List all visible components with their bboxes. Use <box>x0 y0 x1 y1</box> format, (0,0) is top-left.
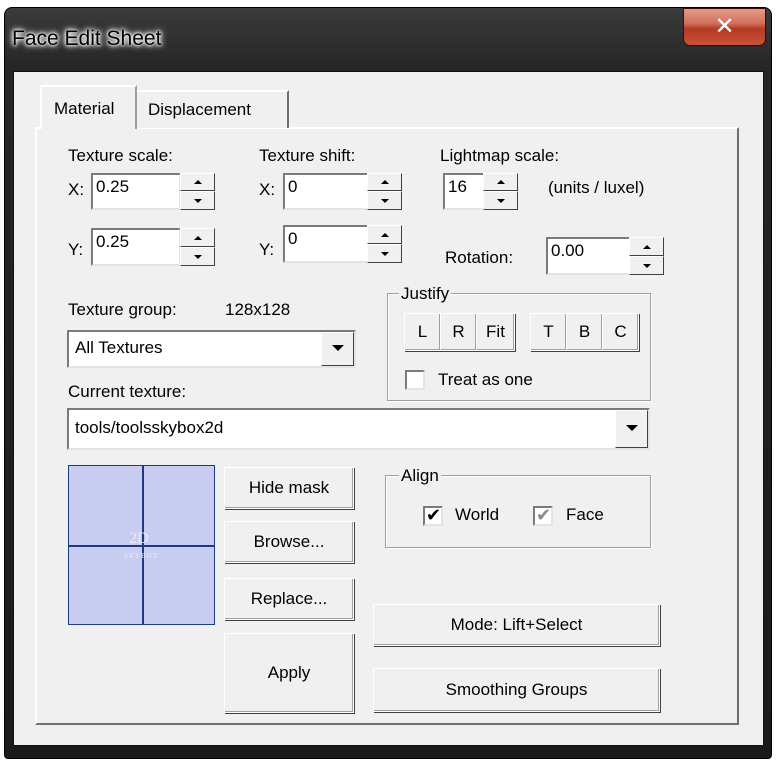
align-group-title: Align <box>399 466 441 486</box>
checkmark-icon: ✔ <box>426 505 442 525</box>
texture-shift-x-label: X: <box>259 180 276 199</box>
texture-size-label: 128x128 <box>225 300 291 319</box>
apply-button[interactable]: Apply <box>224 633 354 713</box>
smoothing-groups-button[interactable]: Smoothing Groups <box>373 668 660 712</box>
arrow-up-icon <box>497 180 505 184</box>
lightmap-units-label: (units / luxel) <box>548 178 645 197</box>
lightmap-scale-input[interactable]: 16 <box>443 173 485 210</box>
texture-scale-x-label: X: <box>68 180 85 199</box>
justify-group-title: Justify <box>399 284 452 304</box>
chevron-down-icon <box>626 425 638 431</box>
texture-scale-y-spinner[interactable] <box>180 228 215 266</box>
texture-scale-y-input[interactable]: 0.25 <box>91 228 181 266</box>
lightmap-scale-spinner[interactable] <box>483 173 518 210</box>
rotation-label: Rotation: <box>445 248 514 267</box>
arrow-down-icon <box>381 252 389 256</box>
justify-left-button[interactable]: L <box>404 313 441 351</box>
texture-scale-x-spinner[interactable] <box>180 173 215 210</box>
current-texture-label: Current texture: <box>68 382 187 401</box>
align-face-label: Face <box>566 505 604 524</box>
tab-material[interactable]: Material <box>40 85 137 129</box>
texture-shift-y-label: Y: <box>259 240 275 259</box>
lightmap-scale-value: 16 <box>448 177 467 196</box>
treat-as-one-checkbox[interactable] <box>405 370 425 390</box>
checkmark-icon: ✔ <box>536 505 552 525</box>
rotation-spinner[interactable] <box>629 237 664 275</box>
texture-group-label: Texture group: <box>68 300 177 319</box>
lightmap-scale-label: Lightmap scale: <box>440 146 560 165</box>
spin-up-button[interactable] <box>180 173 215 191</box>
justify-top-button[interactable]: T <box>530 313 567 351</box>
texture-scale-label: Texture scale: <box>68 146 173 165</box>
align-face-checkbox[interactable]: ✔ <box>533 505 553 526</box>
arrow-down-icon <box>194 255 202 259</box>
arrow-down-icon <box>381 199 389 203</box>
texture-shift-y-input[interactable]: 0 <box>283 225 369 263</box>
texture-scale-x-value: 0.25 <box>96 177 130 196</box>
spin-down-button[interactable] <box>367 244 402 263</box>
spin-down-button[interactable] <box>629 256 664 275</box>
texture-shift-x-value: 0 <box>288 177 298 196</box>
spin-down-button[interactable] <box>180 191 215 210</box>
mode-button[interactable]: Mode: Lift+Select <box>373 604 660 646</box>
browse-button[interactable]: Browse... <box>224 521 354 563</box>
spin-up-button[interactable] <box>483 173 518 191</box>
justify-center-button[interactable]: C <box>602 313 639 351</box>
arrow-down-icon <box>643 264 651 268</box>
treat-as-one-label: Treat as one <box>438 370 533 389</box>
justify-fit-button[interactable]: Fit <box>476 313 515 351</box>
face-edit-dialog: Face Edit Sheet ✕ Material Displacement … <box>0 0 776 763</box>
close-icon: ✕ <box>714 12 735 40</box>
current-texture-dropdown-button[interactable] <box>615 410 648 448</box>
texture-shift-y-spinner[interactable] <box>367 225 402 263</box>
texture-group-value: All Textures <box>75 338 163 357</box>
chevron-down-icon <box>332 345 344 351</box>
current-texture-value: tools/toolsskybox2d <box>75 418 224 437</box>
texture-shift-y-value: 0 <box>288 229 298 248</box>
arrow-down-icon <box>194 199 202 203</box>
texture-group-dropdown-button[interactable] <box>321 332 354 366</box>
spin-up-button[interactable] <box>180 228 215 247</box>
close-button[interactable]: ✕ <box>683 8 766 46</box>
spin-up-button[interactable] <box>367 173 402 191</box>
texture-shift-label: Texture shift: <box>259 146 356 165</box>
replace-button[interactable]: Replace... <box>224 578 354 620</box>
arrow-down-icon <box>497 199 505 203</box>
arrow-up-icon <box>194 180 202 184</box>
spin-down-button[interactable] <box>180 247 215 266</box>
align-world-checkbox[interactable]: ✔ <box>423 505 443 526</box>
current-texture-select[interactable]: tools/toolsskybox2d <box>67 408 650 450</box>
hide-mask-button[interactable]: Hide mask <box>224 467 354 509</box>
rotation-value: 0.00 <box>551 241 585 260</box>
spin-up-button[interactable] <box>367 225 402 244</box>
window-title: Face Edit Sheet <box>12 27 162 50</box>
spin-down-button[interactable] <box>483 191 518 210</box>
align-world-label: World <box>455 505 500 524</box>
arrow-up-icon <box>381 180 389 184</box>
spin-up-button[interactable] <box>629 237 664 256</box>
justify-bottom-button[interactable]: B <box>566 313 603 351</box>
texture-group-select[interactable]: All Textures <box>67 330 356 368</box>
texture-shift-x-spinner[interactable] <box>367 173 402 210</box>
texture-preview: 2D SKYBOX <box>68 465 215 625</box>
rotation-input[interactable]: 0.00 <box>546 237 631 275</box>
tab-displacement[interactable]: Displacement <box>137 90 289 128</box>
justify-right-button[interactable]: R <box>440 313 477 351</box>
arrow-up-icon <box>643 245 651 249</box>
preview-2d-text: 2D <box>129 530 149 547</box>
texture-scale-y-value: 0.25 <box>96 232 130 251</box>
arrow-up-icon <box>381 233 389 237</box>
spin-down-button[interactable] <box>367 191 402 210</box>
texture-shift-x-input[interactable]: 0 <box>283 173 369 210</box>
arrow-up-icon <box>194 236 202 240</box>
preview-skybox-text: SKYBOX <box>124 552 159 560</box>
texture-scale-y-label: Y: <box>68 240 84 259</box>
texture-scale-x-input[interactable]: 0.25 <box>91 173 181 210</box>
